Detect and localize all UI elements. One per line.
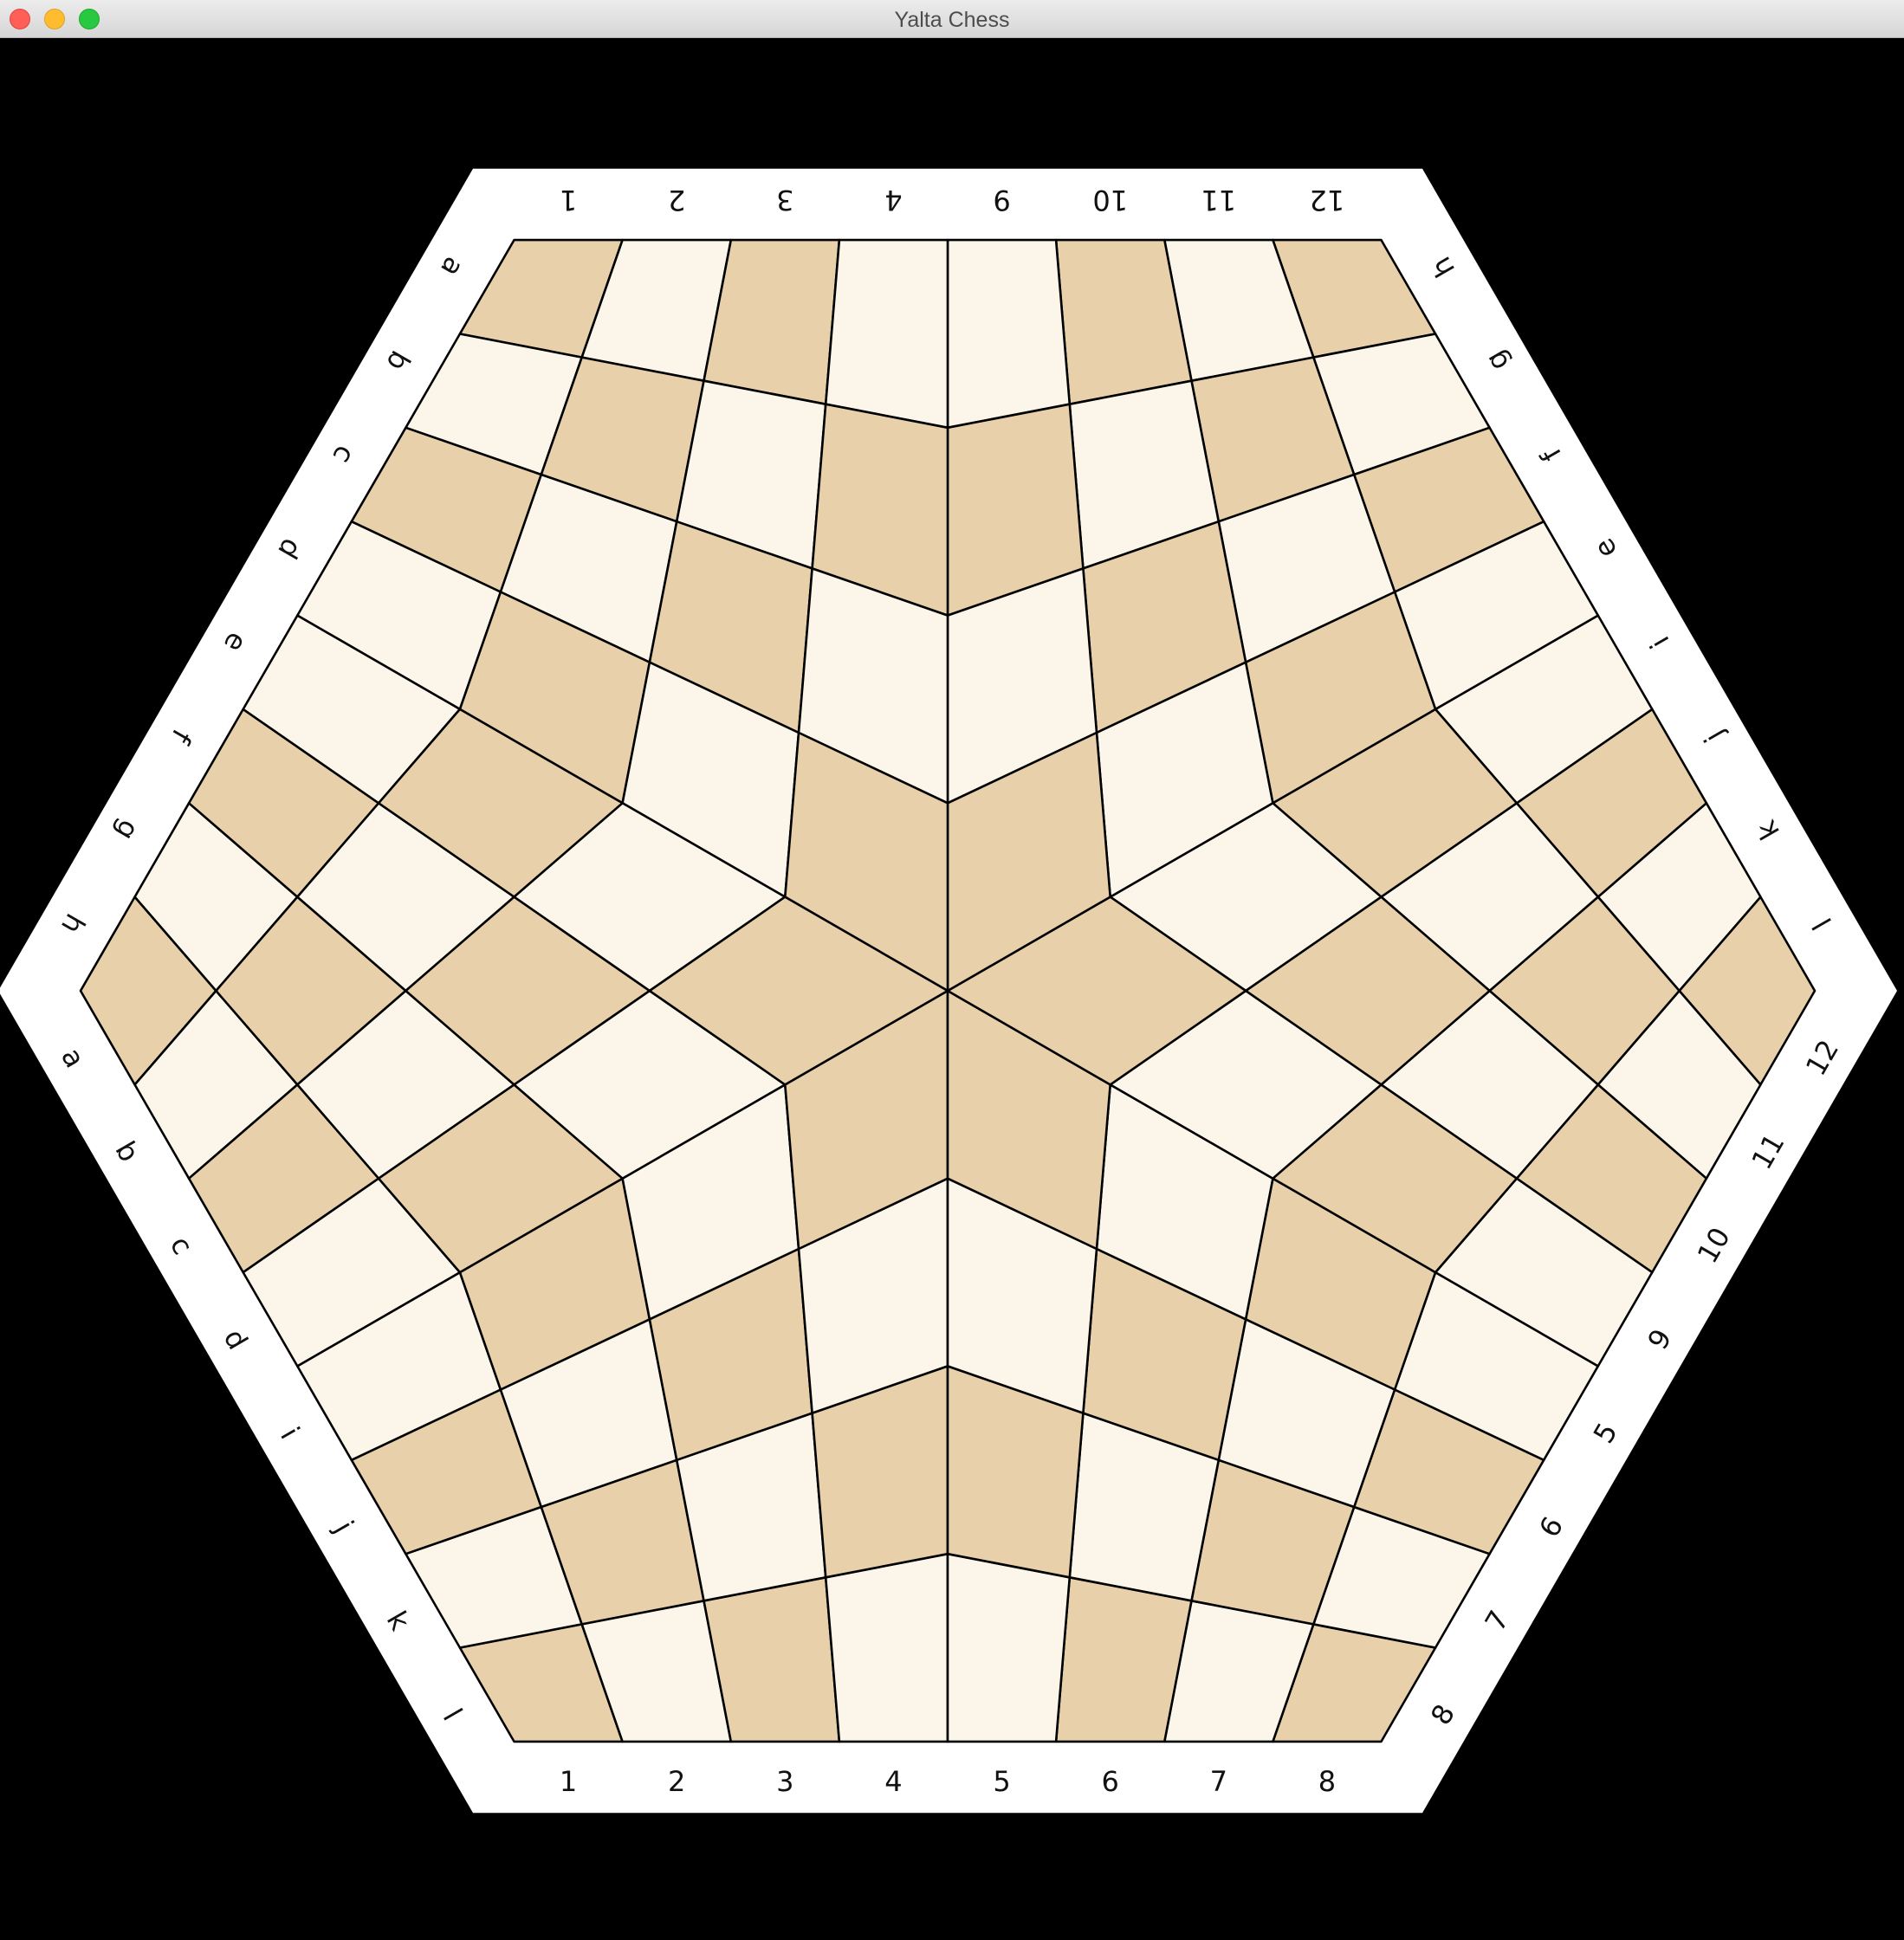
board-square[interactable] — [946, 238, 1072, 430]
coordinate-label: 2 — [668, 1765, 685, 1798]
coordinate-label: 11 — [1201, 184, 1236, 217]
coordinate-label: 1 — [560, 184, 577, 217]
coordinate-label: 5 — [993, 1765, 1010, 1798]
coordinate-label: 7 — [1210, 1765, 1227, 1798]
coordinate-label: 9 — [993, 184, 1010, 217]
chess-board: 1 2 3 4 5 6 7 887659101112lkjiefgh12111094321ab… — [0, 168, 1897, 1814]
coordinate-label: 1 — [560, 1765, 577, 1798]
coordinate-label: 3 — [776, 184, 793, 217]
coordinate-label: 12 — [1310, 184, 1345, 217]
coordinate-label: 6 — [1102, 1765, 1119, 1798]
coordinate-label: 10 — [1092, 184, 1128, 217]
app-window: Yalta Chess 1 2 3 4 5 6 7 8 8 7 6 5 9 10 11 12 l k j i e f g h 1… — [0, 0, 1904, 1940]
coordinate-label: 3 — [776, 1765, 793, 1798]
board-square[interactable] — [824, 1552, 949, 1743]
coordinate-label: 8 — [1318, 1765, 1336, 1798]
coordinate-label: 2 — [668, 184, 685, 217]
coordinate-label: 4 — [884, 1765, 902, 1798]
board-square[interactable] — [946, 1552, 1072, 1743]
board-square[interactable] — [824, 238, 949, 430]
coordinate-label: 4 — [884, 184, 902, 217]
